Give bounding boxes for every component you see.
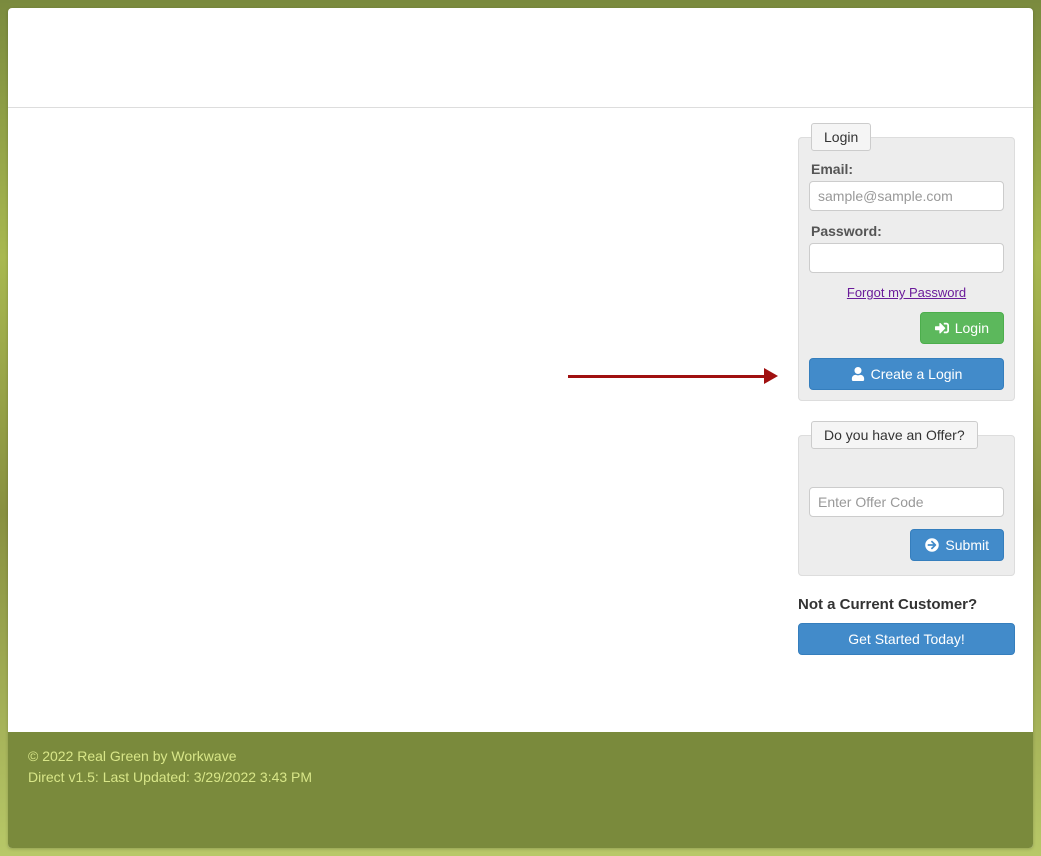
content-row: Login Email: Password: Forgot my Passwor…	[8, 108, 1033, 732]
not-customer-heading: Not a Current Customer?	[798, 596, 1015, 613]
login-button-label: Login	[955, 320, 989, 336]
create-login-button[interactable]: Create a Login	[809, 358, 1004, 390]
not-customer-section: Not a Current Customer? Get Started Toda…	[798, 596, 1015, 655]
email-label: Email:	[811, 161, 1004, 177]
footer-copyright: © 2022 Real Green by Workwave	[28, 746, 1013, 767]
sidebar: Login Email: Password: Forgot my Passwor…	[798, 108, 1033, 712]
offer-legend: Do you have an Offer?	[811, 421, 978, 449]
sign-in-icon	[935, 321, 949, 335]
email-field[interactable]	[809, 181, 1004, 211]
get-started-button[interactable]: Get Started Today!	[798, 623, 1015, 655]
forgot-password-link[interactable]: Forgot my Password	[809, 285, 1004, 300]
main-area	[8, 108, 798, 712]
user-icon	[851, 367, 865, 381]
offer-code-field[interactable]	[809, 487, 1004, 517]
login-legend: Login	[811, 123, 871, 151]
offer-panel: Do you have an Offer? Submit	[798, 421, 1015, 576]
footer: © 2022 Real Green by Workwave Direct v1.…	[8, 732, 1033, 848]
submit-offer-label: Submit	[945, 537, 989, 553]
footer-version: Direct v1.5: Last Updated: 3/29/2022 3:4…	[28, 767, 1013, 788]
login-panel: Login Email: Password: Forgot my Passwor…	[798, 123, 1015, 401]
password-label: Password:	[811, 223, 1004, 239]
header-banner	[8, 8, 1033, 108]
submit-offer-button[interactable]: Submit	[910, 529, 1004, 561]
arrow-right-icon	[925, 538, 939, 552]
get-started-label: Get Started Today!	[848, 631, 964, 647]
annotation-arrow	[568, 370, 778, 382]
app-container: Login Email: Password: Forgot my Passwor…	[8, 8, 1033, 848]
create-login-label: Create a Login	[871, 366, 963, 382]
login-button[interactable]: Login	[920, 312, 1004, 344]
password-field[interactable]	[809, 243, 1004, 273]
